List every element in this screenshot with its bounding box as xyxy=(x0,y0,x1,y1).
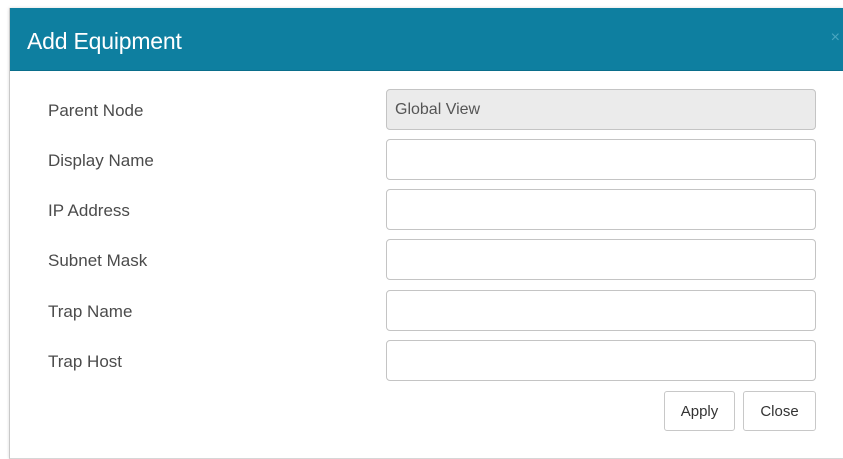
ip-address-row: IP Address xyxy=(10,189,843,231)
ip-address-label: IP Address xyxy=(48,201,130,220)
parent-node-label: Parent Node xyxy=(48,101,144,120)
apply-button[interactable]: Apply xyxy=(664,391,735,431)
trap-host-label: Trap Host xyxy=(48,352,123,371)
ip-address-input[interactable] xyxy=(386,189,816,230)
display-name-label: Display Name xyxy=(48,151,154,170)
display-name-row: Display Name xyxy=(10,139,843,181)
trap-name-input[interactable] xyxy=(386,290,816,331)
add-equipment-dialog: Add Equipment × Parent Node Display Name… xyxy=(9,8,843,459)
display-name-input[interactable] xyxy=(386,139,816,180)
parent-node-field xyxy=(386,89,816,130)
subnet-mask-row: Subnet Mask xyxy=(10,239,843,281)
trap-host-input[interactable] xyxy=(386,340,816,381)
dialog-title: Add Equipment xyxy=(27,28,182,54)
close-icon[interactable]: × xyxy=(831,28,840,48)
close-button[interactable]: Close xyxy=(743,391,816,431)
trap-host-row: Trap Host xyxy=(10,340,843,382)
trap-name-label: Trap Name xyxy=(48,302,133,321)
parent-node-row: Parent Node xyxy=(10,89,843,131)
dialog-header: Add Equipment × xyxy=(10,8,843,71)
subnet-mask-label: Subnet Mask xyxy=(48,251,148,270)
trap-name-row: Trap Name xyxy=(10,290,843,332)
subnet-mask-input[interactable] xyxy=(386,239,816,280)
dialog-footer: Apply Close xyxy=(10,391,843,433)
